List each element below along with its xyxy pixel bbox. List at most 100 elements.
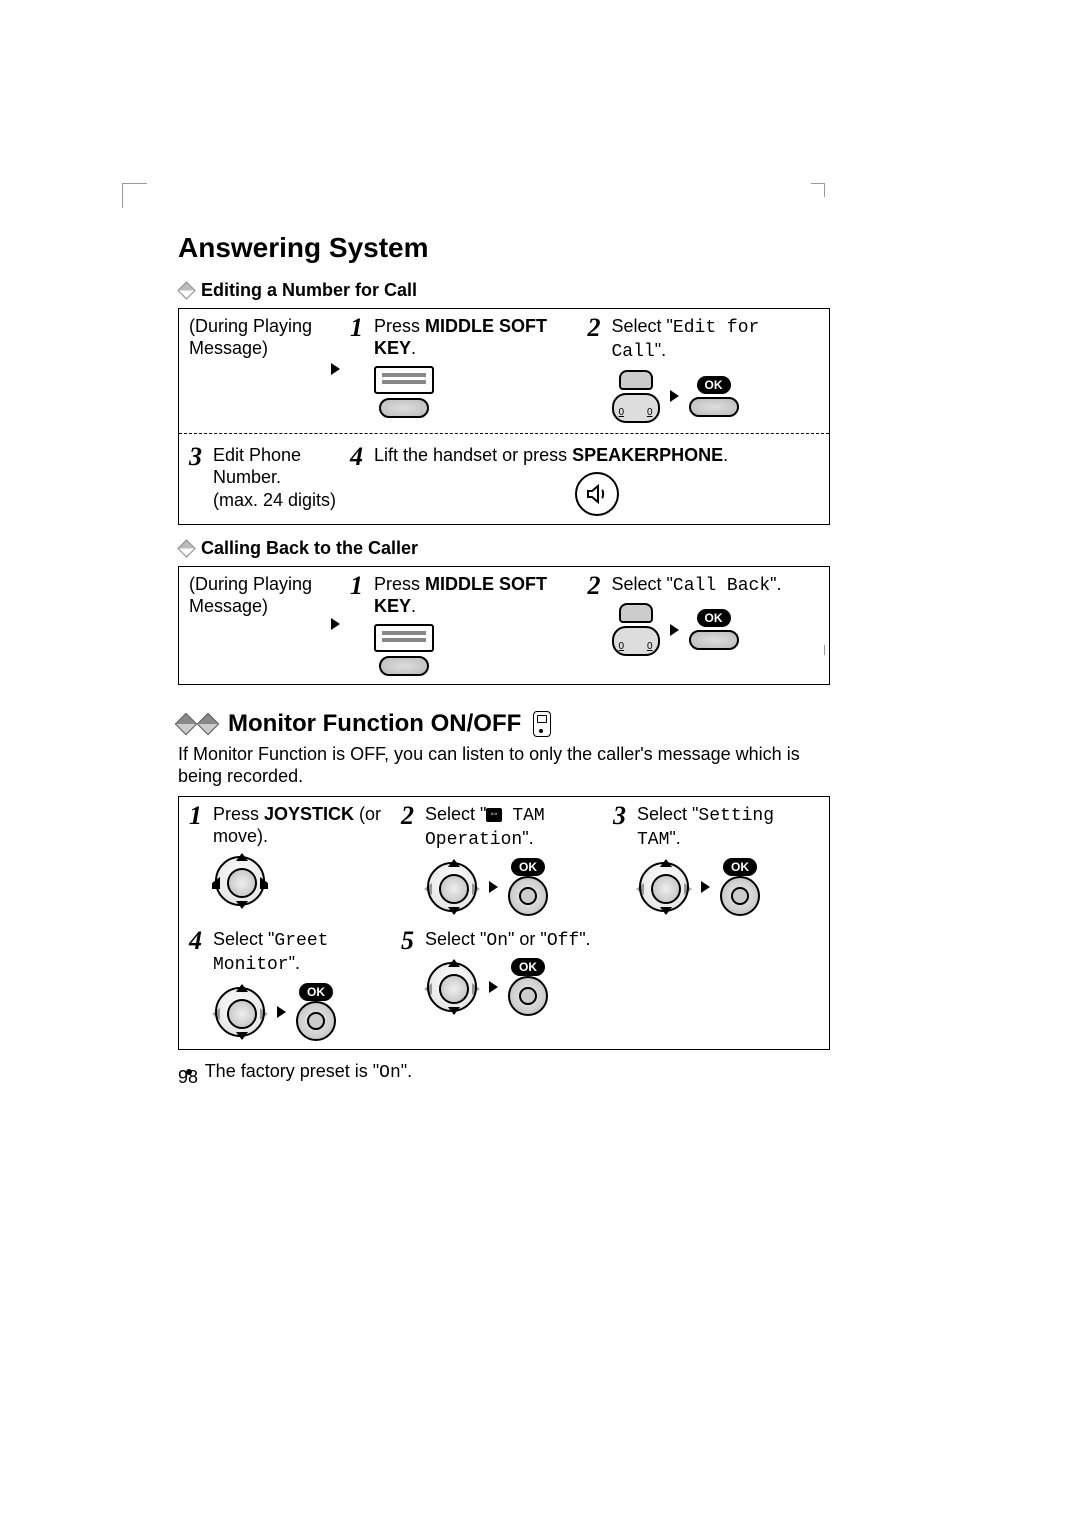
- step-text: Press MIDDLE SOFT KEY.: [374, 315, 582, 360]
- arrow-right-icon: [670, 624, 679, 636]
- t: Press: [374, 574, 425, 594]
- t: On: [379, 1063, 401, 1083]
- arrow-right-icon: [331, 315, 340, 423]
- step-number: 1: [189, 803, 207, 916]
- ok-label-icon: OK: [511, 958, 545, 976]
- arrow-right-icon: [489, 981, 498, 993]
- t: Select ": [612, 574, 673, 594]
- context-label: (During Playing Message): [189, 315, 321, 360]
- joystick-updown-icon: [637, 860, 691, 914]
- context-label: (During Playing Message): [189, 573, 321, 618]
- t: JOYSTICK: [264, 804, 354, 824]
- t: SPEAKERPHONE: [572, 445, 723, 465]
- t: ".: [522, 828, 533, 848]
- center-button-icon: [296, 1001, 336, 1041]
- box-call-back: (During Playing Message) 1 Press MIDDLE …: [178, 566, 830, 685]
- step-number: 2: [401, 803, 419, 916]
- t: ".: [401, 1061, 412, 1081]
- box-monitor: 1 Press JOYSTICK (or move). 2: [178, 796, 830, 1050]
- t: ".: [579, 929, 590, 949]
- center-button-icon: [508, 876, 548, 916]
- step-text: (max. 24 digits): [213, 489, 344, 512]
- center-button-icon: [720, 876, 760, 916]
- subheading-call-back: Calling Back to the Caller: [180, 537, 830, 560]
- soft-key-icon: [689, 397, 739, 417]
- page-number: 98: [178, 1066, 198, 1089]
- ok-label-icon: OK: [697, 376, 731, 394]
- arrow-right-icon: [331, 573, 340, 676]
- t: Press: [213, 804, 264, 824]
- t: Lift the handset or press: [374, 445, 572, 465]
- step-text: Select "On" or "Off".: [425, 928, 607, 953]
- step-number: 1: [350, 573, 368, 676]
- ok-label-icon: OK: [511, 858, 545, 876]
- ok-label-icon: OK: [723, 858, 757, 876]
- t: Select ": [612, 316, 673, 336]
- center-button-icon: [508, 976, 548, 1016]
- subheading-edit-call: Editing a Number for Call: [180, 279, 830, 302]
- crop-mark-icon: [800, 645, 825, 655]
- step-number: 1: [350, 315, 368, 423]
- divider-dashed: [179, 433, 829, 434]
- step-text: Edit Phone Number.: [213, 444, 344, 489]
- joystick-updown-icon: [425, 960, 479, 1014]
- arrow-right-icon: [701, 881, 710, 893]
- step-text: Select "Greet Monitor".: [213, 928, 395, 977]
- step-text: Press MIDDLE SOFT KEY.: [374, 573, 582, 618]
- middle-soft-key-icon: [374, 624, 434, 676]
- t: On: [486, 931, 508, 951]
- t: ".: [655, 340, 666, 360]
- t: .: [411, 338, 416, 358]
- crop-mark-icon: [801, 183, 825, 207]
- t: Select ": [213, 929, 274, 949]
- arrow-right-icon: [670, 390, 679, 402]
- crop-mark-icon: [122, 183, 147, 208]
- t: Call Back: [673, 576, 770, 596]
- middle-soft-key-icon: [374, 366, 434, 418]
- t: .: [411, 596, 416, 616]
- t: Select ": [425, 929, 486, 949]
- t: ".: [770, 574, 781, 594]
- joystick-select-icon: [612, 370, 660, 423]
- section-monitor: Monitor Function ON/OFF: [178, 709, 830, 739]
- note-factory-preset: The factory preset is "On".: [186, 1060, 830, 1085]
- diamond-icon: [175, 712, 198, 735]
- section-intro: If Monitor Function is OFF, you can list…: [178, 743, 830, 788]
- tape-icon: ◦◦: [486, 808, 501, 823]
- t: The factory preset is ": [205, 1061, 379, 1081]
- joystick-all-icon: [213, 854, 267, 908]
- handset-icon: [533, 711, 551, 737]
- t: Press: [374, 316, 425, 336]
- joystick-updown-icon: [425, 860, 479, 914]
- joystick-updown-icon: [213, 985, 267, 1039]
- step-number: 5: [401, 928, 419, 1041]
- step-number: 2: [588, 315, 606, 423]
- arrow-right-icon: [489, 881, 498, 893]
- t: ".: [289, 953, 300, 973]
- soft-key-icon: [689, 630, 739, 650]
- section-title: Monitor Function ON/OFF: [228, 709, 521, 739]
- t: " or ": [508, 929, 547, 949]
- diamond-icon: [197, 712, 220, 735]
- t: .: [723, 445, 728, 465]
- ok-label-icon: OK: [697, 609, 731, 627]
- t: Off: [547, 931, 579, 951]
- t: Select ": [425, 804, 486, 824]
- step-number: 3: [189, 444, 207, 517]
- step-number: 4: [350, 444, 368, 517]
- step-number: 4: [189, 928, 207, 1041]
- speakerphone-icon: [575, 472, 619, 516]
- ok-label-icon: OK: [299, 983, 333, 1001]
- t: Select ": [637, 804, 698, 824]
- arrow-right-icon: [277, 1006, 286, 1018]
- step-text: Select "Call Back".: [612, 573, 820, 598]
- step-text: Select "Edit for Call".: [612, 315, 820, 364]
- step-text: Select "Setting TAM".: [637, 803, 819, 852]
- t: ".: [669, 828, 680, 848]
- page-title: Answering System: [178, 230, 830, 265]
- step-number: 3: [613, 803, 631, 916]
- box-edit-call: (During Playing Message) 1 Press MIDDLE …: [178, 308, 830, 526]
- subheading-text: Editing a Number for Call: [201, 279, 417, 302]
- subheading-text: Calling Back to the Caller: [201, 537, 418, 560]
- diamond-icon: [177, 539, 195, 557]
